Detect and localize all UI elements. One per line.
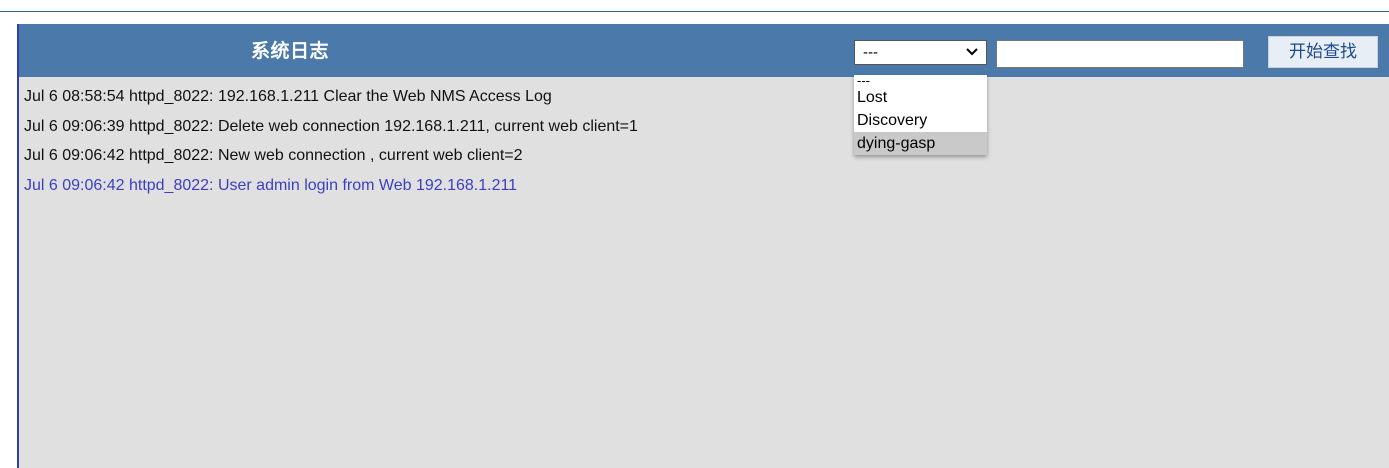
log-line: Jul 6 09:06:42 httpd_8022: User admin lo… bbox=[24, 176, 518, 194]
start-search-button[interactable]: 开始查找 bbox=[1268, 36, 1378, 68]
log-line: Jul 6 09:06:39 httpd_8022: Delete web co… bbox=[24, 117, 638, 135]
panel-header: 系统日志 --- 开始查找 bbox=[19, 24, 1389, 77]
dropdown-option[interactable]: --- bbox=[854, 74, 987, 87]
chevron-down-icon bbox=[966, 44, 978, 61]
log-line: Jul 6 09:06:42 httpd_8022: New web conne… bbox=[24, 147, 523, 164]
system-log-panel: 系统日志 --- 开始查找 Jul 6 08:58:54 httpd_8022:… bbox=[17, 24, 1389, 468]
select-value: --- bbox=[863, 44, 878, 61]
log-filter-select[interactable]: --- bbox=[854, 40, 987, 65]
page-title: 系统日志 bbox=[251, 40, 330, 62]
dropdown-option[interactable]: Lost bbox=[854, 86, 987, 109]
filter-dropdown-list: --- Lost Discovery dying-gasp bbox=[854, 74, 987, 155]
log-list: Jul 6 08:58:54 httpd_8022: 192.168.1.211… bbox=[24, 82, 638, 200]
top-divider bbox=[0, 11, 1389, 12]
dropdown-option[interactable]: dying-gasp bbox=[854, 132, 987, 155]
dropdown-option[interactable]: Discovery bbox=[854, 109, 987, 132]
search-input[interactable] bbox=[996, 40, 1244, 68]
log-line: Jul 6 08:58:54 httpd_8022: 192.168.1.211… bbox=[24, 88, 552, 105]
